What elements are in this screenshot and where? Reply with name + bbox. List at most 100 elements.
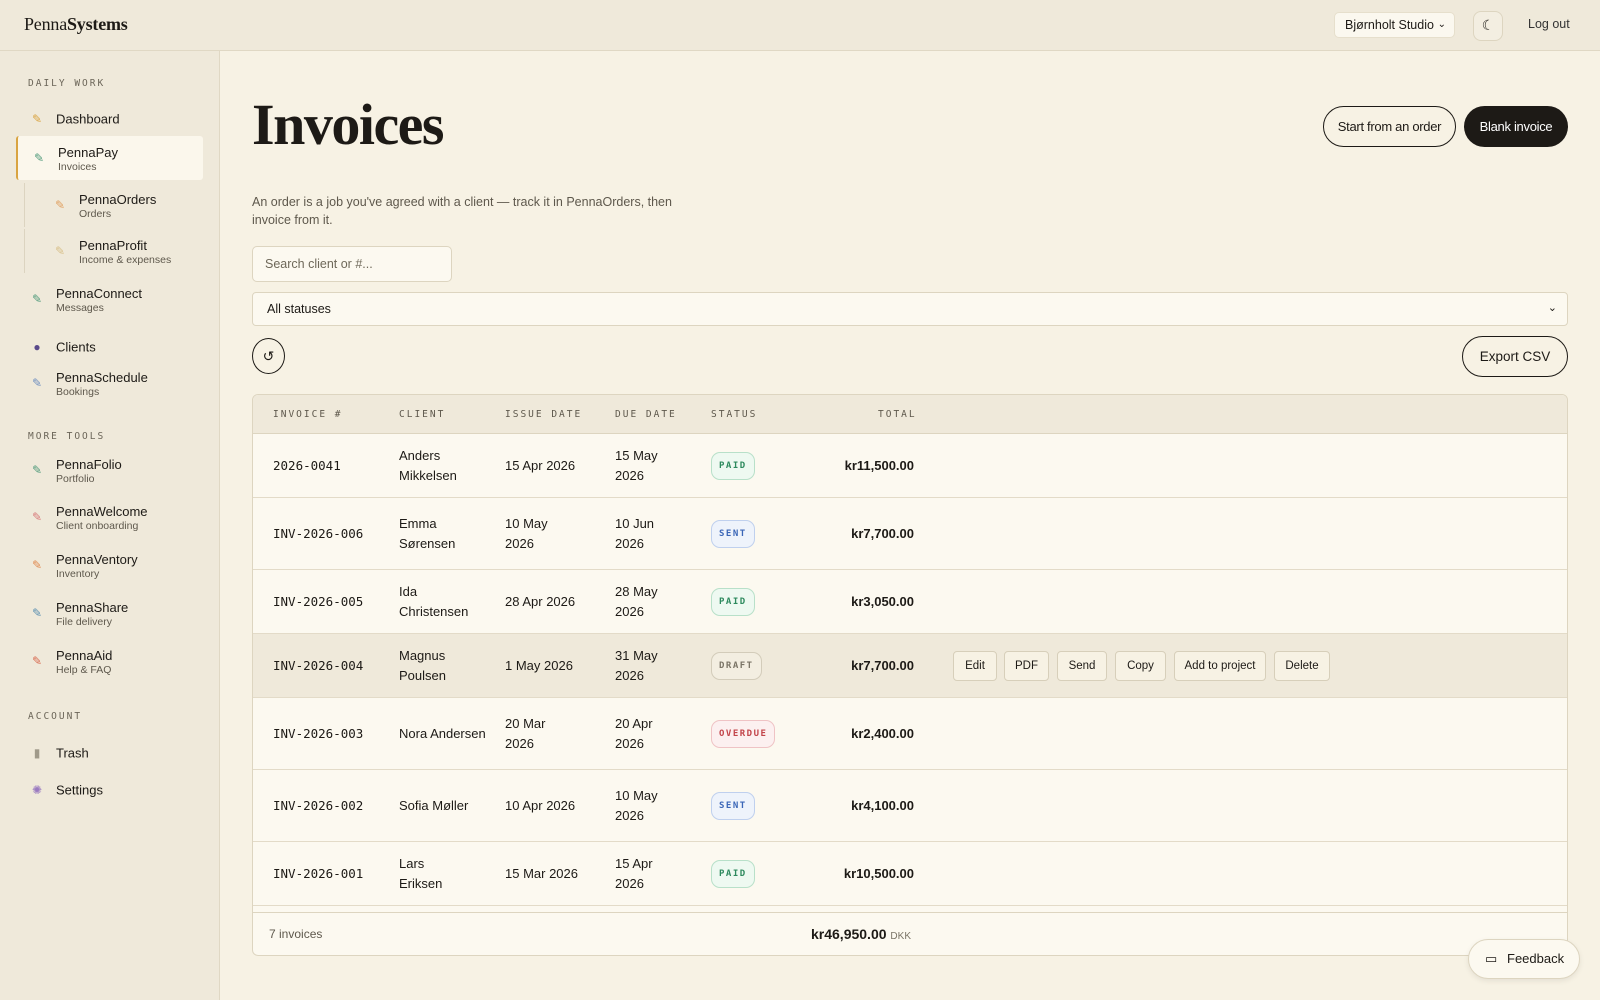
- due-date: 10 May 2026: [615, 787, 658, 823]
- column-header-due-date[interactable]: DUE DATE: [615, 409, 677, 420]
- theme-toggle-button[interactable]: ☾: [1473, 11, 1503, 41]
- invoice-total: kr2,400.00: [851, 725, 914, 741]
- sidebar-item-label: PennaAid: [56, 648, 113, 663]
- feather-icon: ✎: [31, 558, 43, 572]
- sidebar-item-sublabel: Messages: [56, 302, 104, 314]
- sidebar-item-pennaorders[interactable]: ✎ PennaOrders Orders: [24, 183, 203, 227]
- chat-bubble-icon: ▭: [1485, 951, 1498, 966]
- sidebar-item-sublabel: Client onboarding: [56, 520, 139, 532]
- refresh-icon: ↺: [262, 348, 275, 364]
- status-filter-select[interactable]: All statuses ⌄: [252, 292, 1568, 326]
- client-name: Emma Sørensen: [399, 515, 456, 551]
- column-header-status[interactable]: STATUS: [711, 409, 757, 420]
- feather-icon: ✎: [54, 244, 66, 258]
- table-row[interactable]: 2026-0041 Anders Mikkelsen 15 Apr 2026 1…: [253, 434, 1567, 498]
- start-from-order-button[interactable]: Start from an order: [1323, 106, 1456, 147]
- feather-icon: ✎: [54, 198, 66, 212]
- sidebar-item-sublabel: Income & expenses: [79, 254, 172, 266]
- grand-total: kr46,950.00 DKK: [811, 926, 911, 942]
- invoice-total: kr10,500.00: [843, 865, 914, 881]
- moon-icon: ☾: [1481, 17, 1495, 33]
- due-date: 31 May 2026: [615, 647, 658, 683]
- feather-icon: ✎: [31, 376, 43, 390]
- column-header-total[interactable]: TOTAL: [878, 409, 917, 420]
- app-logo[interactable]: PennaSystems: [24, 14, 128, 35]
- copy-button[interactable]: Copy: [1115, 650, 1166, 681]
- table-row[interactable]: INV-2026-005 Ida Christensen 28 Apr 2026…: [253, 570, 1567, 634]
- invoice-number: INV-2026-004: [273, 657, 364, 673]
- sidebar-item-label: PennaProfit: [79, 238, 147, 253]
- status-cell: OVERDUE: [711, 719, 776, 748]
- add-to-project-button[interactable]: Add to project: [1174, 650, 1266, 681]
- feedback-button[interactable]: ▭ Feedback: [1468, 939, 1580, 979]
- sidebar-item-settings[interactable]: ✺ Settings: [16, 768, 203, 812]
- sidebar-item-sublabel: Bookings: [56, 386, 100, 398]
- invoice-number: INV-2026-006: [273, 525, 364, 541]
- sidebar: DAILY WORK ✎ Dashboard ✎ PennaPay Invoic…: [0, 51, 220, 1000]
- feather-icon: ✎: [31, 463, 43, 477]
- sidebar-item-pennafolio[interactable]: ✎ PennaFolio Portfolio: [16, 448, 203, 492]
- column-header-invoice[interactable]: INVOICE #: [273, 409, 342, 420]
- table-row[interactable]: INV-2026-003 Nora Andersen 20 Mar 2026 2…: [253, 698, 1567, 770]
- logout-link[interactable]: Log out: [1528, 17, 1570, 31]
- search-input[interactable]: Search client or #...: [252, 246, 452, 282]
- sidebar-item-label: Trash: [56, 745, 89, 761]
- status-cell: SENT: [711, 791, 755, 820]
- invoice-number: INV-2026-002: [273, 797, 364, 813]
- status-badge: OVERDUE: [711, 719, 776, 748]
- invoice-total: kr3,050.00: [851, 593, 914, 609]
- client-name: Anders Mikkelsen: [399, 447, 457, 483]
- sidebar-item-label: PennaShare: [56, 600, 129, 615]
- table-row[interactable]: INV-2026-002 Sofia Møller 10 Apr 2026 10…: [253, 770, 1567, 842]
- sidebar-item-pennaconnect[interactable]: ✎ PennaConnect Messages: [16, 277, 203, 321]
- column-header-issue-date[interactable]: ISSUE DATE: [505, 409, 582, 420]
- workspace-switcher[interactable]: Bjørnholt Studio ⌄: [1334, 12, 1455, 38]
- sidebar-item-pennashare[interactable]: ✎ PennaShare File delivery: [16, 591, 203, 635]
- client-name: Lars Eriksen: [399, 855, 443, 891]
- sidebar-item-pennapay[interactable]: ✎ PennaPay Invoices: [16, 136, 203, 180]
- sidebar-item-pennaventory[interactable]: ✎ PennaVentory Inventory: [16, 543, 203, 587]
- invoice-total: kr11,500.00: [844, 457, 914, 473]
- feather-icon: ✎: [33, 151, 45, 165]
- logo-regular: Penna: [24, 14, 67, 34]
- sidebar-item-pennaprofit[interactable]: ✎ PennaProfit Income & expenses: [24, 229, 203, 273]
- sidebar-item-label: PennaVentory: [56, 552, 138, 567]
- issue-date: 1 May 2026: [505, 657, 573, 673]
- sidebar-item-pennaschedule[interactable]: ✎ PennaSchedule Bookings: [16, 361, 203, 405]
- sidebar-item-pennaaid[interactable]: ✎ PennaAid Help & FAQ: [16, 639, 203, 683]
- invoice-total: kr4,100.00: [851, 797, 914, 813]
- send-button[interactable]: Send: [1057, 650, 1107, 681]
- users-icon: ●: [33, 340, 41, 354]
- sidebar-item-sublabel: Inventory: [56, 568, 100, 580]
- delete-button[interactable]: Delete: [1274, 650, 1330, 681]
- client-name: Ida Christensen: [399, 583, 469, 619]
- invoice-number: 2026-0041: [273, 457, 341, 473]
- status-badge: DRAFT: [711, 651, 762, 680]
- blank-invoice-button[interactable]: Blank invoice: [1464, 106, 1568, 147]
- table-row[interactable]: INV-2026-001 Lars Eriksen 15 Mar 2026 15…: [253, 842, 1567, 906]
- table-row[interactable]: INV-2026-004 Magnus Poulsen 1 May 2026 3…: [253, 634, 1567, 698]
- status-cell: PAID: [711, 859, 755, 888]
- feather-icon: ✎: [31, 112, 43, 126]
- sidebar-item-pennawelcome[interactable]: ✎ PennaWelcome Client onboarding: [16, 495, 203, 539]
- edit-button[interactable]: Edit: [953, 650, 997, 681]
- issue-date: 15 Apr 2026: [505, 457, 576, 473]
- column-header-client[interactable]: CLIENT: [399, 409, 445, 420]
- currency-code: DKK: [890, 931, 911, 942]
- invoice-total: kr7,700.00: [851, 525, 914, 541]
- sidebar-item-dashboard[interactable]: ✎ Dashboard: [16, 97, 203, 141]
- sidebar-item-label: Settings: [56, 782, 103, 798]
- client-name: Sofia Møller: [399, 797, 469, 813]
- table-row[interactable]: INV-2026-006 Emma Sørensen 10 May 2026 1…: [253, 498, 1567, 570]
- trash-icon: ▮: [33, 746, 41, 760]
- table-header: INVOICE # CLIENT ISSUE DATE DUE DATE STA…: [253, 395, 1567, 434]
- export-csv-button[interactable]: Export CSV: [1462, 336, 1568, 377]
- sidebar-item-sublabel: Invoices: [58, 161, 97, 173]
- sidebar-item-label: PennaOrders: [79, 192, 157, 207]
- issue-date: 28 Apr 2026: [505, 593, 576, 609]
- issue-date: 20 Mar 2026: [505, 715, 546, 751]
- refresh-button[interactable]: ↺: [252, 338, 285, 374]
- section-label-daily-work: DAILY WORK: [28, 78, 106, 89]
- pdf-button[interactable]: PDF: [1004, 650, 1049, 681]
- sidebar-item-label: PennaPay: [58, 145, 118, 160]
